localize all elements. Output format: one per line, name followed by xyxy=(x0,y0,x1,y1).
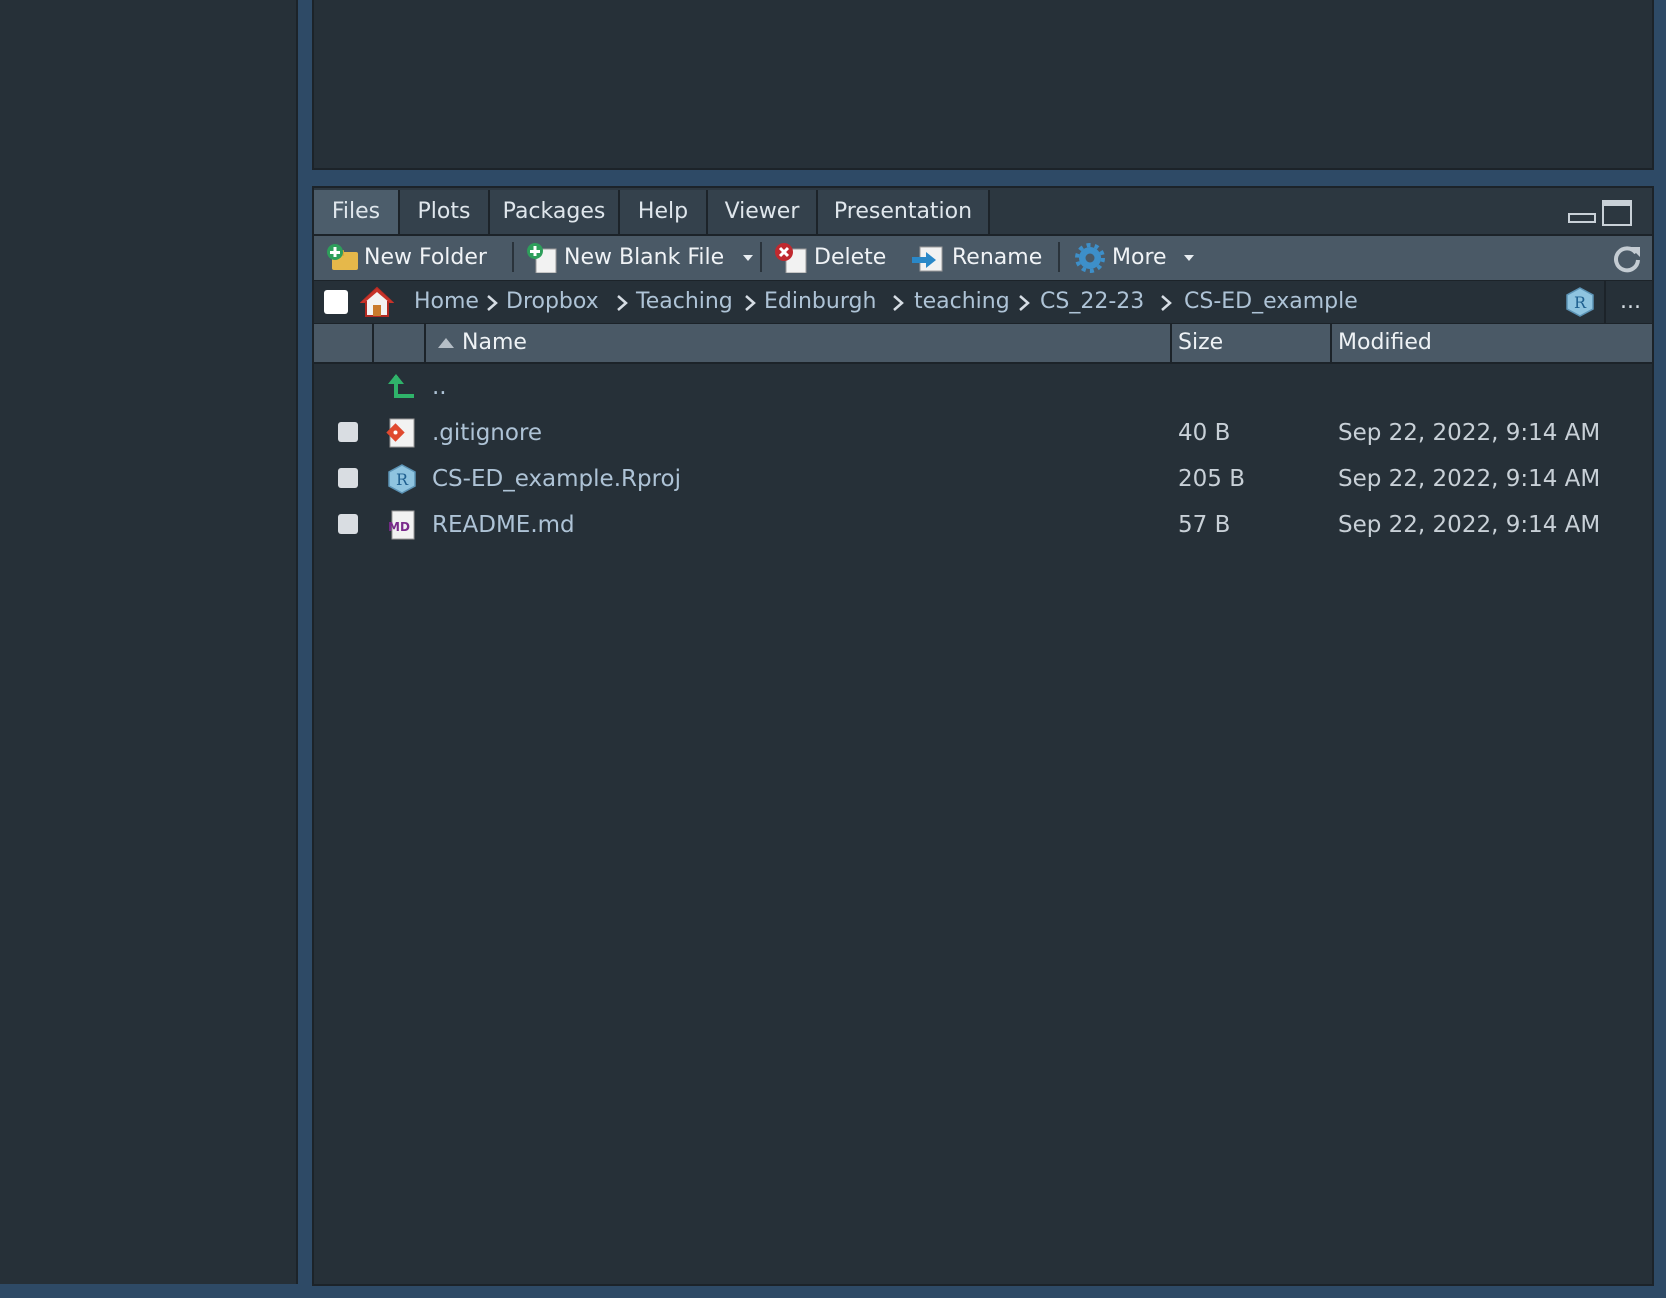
chevron-down-icon xyxy=(1183,255,1194,261)
maximize-pane-icon[interactable] xyxy=(1602,200,1632,226)
table-row: .gitignore 40 B Sep 22, 2022, 9:14 AM xyxy=(314,410,1652,456)
file-name-link[interactable]: CS-ED_example.Rproj xyxy=(432,456,681,502)
svg-text:R: R xyxy=(396,470,409,489)
file-size: 205 B xyxy=(1178,466,1245,492)
header-name-label: Name xyxy=(462,330,527,355)
breadcrumb-dropbox[interactable]: Dropbox xyxy=(506,281,599,323)
new-folder-label: New Folder xyxy=(364,245,487,270)
path-overflow-button[interactable]: ... xyxy=(1620,281,1641,323)
header-size[interactable]: Size xyxy=(1172,324,1332,362)
file-name-link[interactable]: .gitignore xyxy=(432,410,542,456)
parent-directory-link[interactable]: .. xyxy=(432,364,447,410)
chevron-right-icon xyxy=(745,295,756,311)
file-size: 40 B xyxy=(1178,420,1231,446)
files-toolbar: New Folder New Blank File Delete Rename … xyxy=(314,236,1652,281)
new-blank-file-button[interactable]: New Blank File xyxy=(526,236,755,280)
delete-button[interactable]: Delete xyxy=(774,236,886,280)
header-checkbox-column xyxy=(314,324,374,362)
breadcrumb-teaching-lower[interactable]: teaching xyxy=(914,281,1010,323)
up-arrow-icon xyxy=(388,374,414,398)
minimize-pane-icon[interactable] xyxy=(1568,210,1596,224)
rename-icon xyxy=(912,246,943,272)
header-icon-column xyxy=(374,324,426,362)
row-checkbox[interactable] xyxy=(338,422,358,442)
tab-help[interactable]: Help xyxy=(620,190,708,234)
file-size: 57 B xyxy=(1178,512,1231,538)
tab-viewer[interactable]: Viewer xyxy=(708,190,818,234)
breadcrumb-cs-ed-example[interactable]: CS-ED_example xyxy=(1184,281,1358,323)
select-all-checkbox[interactable] xyxy=(324,290,348,314)
git-file-icon xyxy=(386,418,415,448)
new-folder-button[interactable]: New Folder xyxy=(326,236,487,280)
chevron-right-icon xyxy=(1019,295,1030,311)
file-modified: Sep 22, 2022, 9:14 AM xyxy=(1338,512,1601,538)
breadcrumb: Home Dropbox Teaching Edinburgh teaching… xyxy=(314,281,1652,324)
row-checkbox[interactable] xyxy=(338,468,358,488)
more-label: More xyxy=(1112,245,1167,270)
rename-button[interactable]: Rename xyxy=(910,236,1042,280)
chevron-right-icon xyxy=(617,295,628,311)
r-project-icon[interactable]: R xyxy=(1564,286,1596,318)
delete-icon xyxy=(775,243,807,274)
chevron-right-icon xyxy=(1161,295,1172,311)
file-modified: Sep 22, 2022, 9:14 AM xyxy=(1338,420,1601,446)
gear-icon xyxy=(1075,243,1105,273)
chevron-right-icon xyxy=(893,295,904,311)
file-list-header: Name Size Modified xyxy=(314,324,1652,364)
breadcrumb-cs-22-23[interactable]: CS_22-23 xyxy=(1040,281,1144,323)
files-pane: Files Plots Packages Help Viewer Present… xyxy=(312,186,1654,1286)
file-modified: Sep 22, 2022, 9:14 AM xyxy=(1338,466,1601,492)
svg-text:MD: MD xyxy=(388,520,410,534)
tab-presentation[interactable]: Presentation xyxy=(818,190,990,234)
source-pane xyxy=(312,0,1654,170)
markdown-file-icon: MD xyxy=(388,510,415,540)
toolbar-separator xyxy=(512,242,514,272)
toolbar-separator xyxy=(1058,242,1060,272)
tab-packages[interactable]: Packages xyxy=(490,190,620,234)
rproj-file-icon: R xyxy=(388,464,416,494)
tab-files[interactable]: Files xyxy=(314,190,400,234)
new-file-icon xyxy=(527,243,557,274)
tab-plots[interactable]: Plots xyxy=(400,190,490,234)
new-blank-file-label: New Blank File xyxy=(564,245,725,270)
breadcrumb-home[interactable]: Home xyxy=(414,281,479,323)
new-folder-icon xyxy=(327,244,358,270)
chevron-down-icon xyxy=(743,255,754,261)
row-checkbox[interactable] xyxy=(338,514,358,534)
sort-ascending-icon xyxy=(438,338,454,348)
delete-label: Delete xyxy=(814,245,887,270)
file-name-link[interactable]: README.md xyxy=(432,502,575,548)
home-icon[interactable] xyxy=(360,286,394,318)
breadcrumb-teaching[interactable]: Teaching xyxy=(636,281,733,323)
pathbar-separator xyxy=(1604,281,1606,323)
pane-tabbar: Files Plots Packages Help Viewer Present… xyxy=(314,188,1652,236)
parent-directory-row[interactable]: .. xyxy=(314,364,1652,410)
refresh-icon[interactable] xyxy=(1612,243,1642,273)
table-row: R CS-ED_example.Rproj 205 B Sep 22, 2022… xyxy=(314,456,1652,502)
breadcrumb-edinburgh[interactable]: Edinburgh xyxy=(764,281,876,323)
header-modified[interactable]: Modified xyxy=(1332,324,1652,362)
header-name[interactable]: Name xyxy=(426,324,1172,362)
svg-text:R: R xyxy=(1574,293,1587,312)
more-button[interactable]: More xyxy=(1074,236,1196,280)
chevron-right-icon xyxy=(487,295,498,311)
rename-label: Rename xyxy=(952,245,1043,270)
left-pane xyxy=(0,0,298,1284)
toolbar-separator xyxy=(760,242,762,272)
table-row: MD README.md 57 B Sep 22, 2022, 9:14 AM xyxy=(314,502,1652,548)
